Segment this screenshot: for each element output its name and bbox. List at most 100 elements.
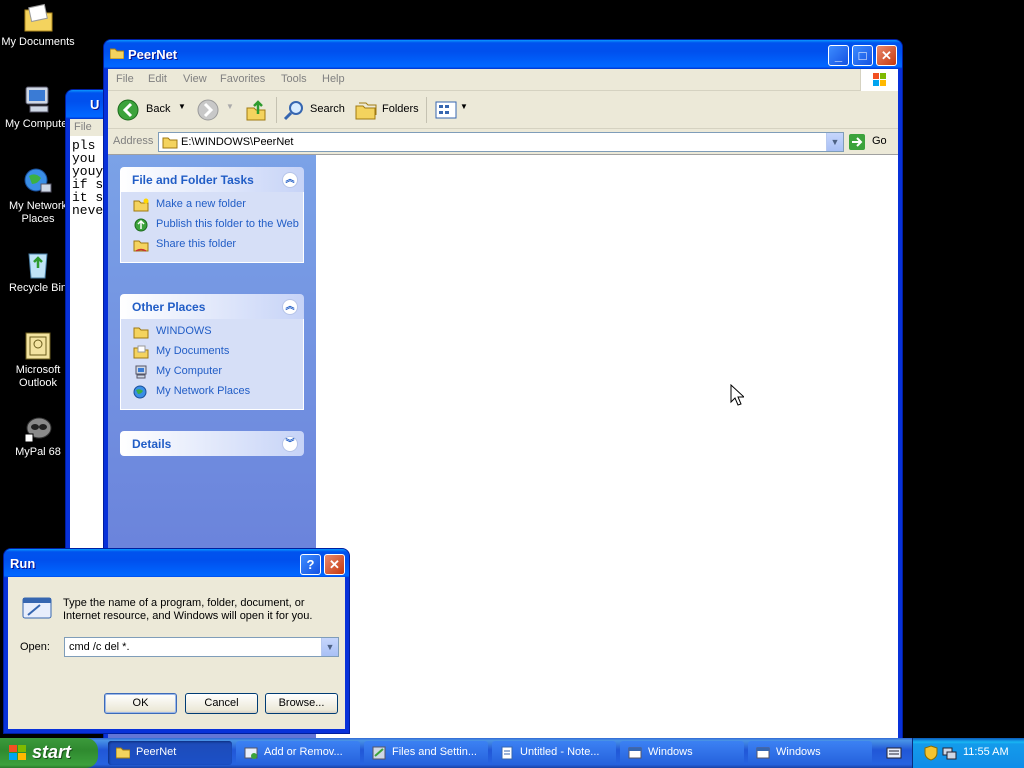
start-button[interactable]: start bbox=[0, 738, 98, 768]
panel-body: WINDOWS My Documents My Computer My Netw… bbox=[120, 319, 304, 410]
clock: 11:55 AM bbox=[963, 746, 1009, 758]
other-places-panel: Other Places ︽ WINDOWS My Documents My C… bbox=[120, 294, 304, 410]
cancel-button[interactable]: Cancel bbox=[185, 693, 258, 714]
place-my-network-places[interactable]: My Network Places bbox=[131, 385, 303, 399]
menu-favorites[interactable]: Favorites bbox=[220, 73, 265, 85]
desktop-icon-my-computer[interactable]: My Computer bbox=[0, 84, 76, 131]
taskbar-item-label: Windows bbox=[648, 746, 693, 758]
minimize-button[interactable]: _ bbox=[828, 45, 849, 66]
menu-tools[interactable]: Tools bbox=[281, 73, 307, 85]
security-shield-icon[interactable] bbox=[923, 745, 939, 761]
desktop-icon-mypal[interactable]: MyPal 68 bbox=[0, 412, 76, 459]
notepad-menu-file[interactable]: File bbox=[74, 121, 92, 133]
recycle-bin-icon bbox=[21, 248, 55, 280]
place-my-documents[interactable]: My Documents bbox=[131, 345, 303, 359]
panel-title: Details bbox=[132, 437, 172, 451]
menu-help[interactable]: Help bbox=[322, 73, 345, 85]
address-input[interactable]: E:\WINDOWS\PeerNet ▼ bbox=[158, 132, 844, 152]
search-button[interactable]: Search bbox=[282, 98, 348, 122]
chevron-down-icon[interactable]: ▼ bbox=[178, 102, 186, 111]
add-remove-programs-icon bbox=[244, 747, 258, 759]
explorer-title: PeerNet bbox=[128, 47, 178, 62]
outlook-icon bbox=[21, 330, 55, 362]
file-list-area[interactable] bbox=[316, 155, 898, 738]
open-input-value[interactable]: cmd /c del *. bbox=[69, 641, 130, 653]
start-label: start bbox=[32, 742, 72, 762]
go-button[interactable]: Go bbox=[848, 132, 894, 152]
task-publish-folder[interactable]: Publish this folder to the Web bbox=[131, 218, 303, 232]
collapse-icon[interactable]: ︽ bbox=[282, 172, 298, 188]
help-button[interactable]: ? bbox=[300, 554, 321, 575]
task-make-new-folder[interactable]: Make a new folder bbox=[131, 198, 303, 212]
taskbar-item-add-remove[interactable]: Add or Remov... bbox=[236, 741, 360, 765]
computer-icon bbox=[135, 365, 147, 379]
task-share-folder[interactable]: Share this folder bbox=[131, 238, 303, 252]
up-folder-icon bbox=[246, 100, 266, 121]
back-button[interactable]: Back ▼ bbox=[116, 98, 186, 122]
panel-header[interactable]: File and Folder Tasks ︽ bbox=[120, 167, 304, 192]
mouse-cursor-icon bbox=[730, 384, 744, 406]
ok-button[interactable]: OK bbox=[104, 693, 177, 714]
go-label: Go bbox=[872, 135, 887, 147]
taskbar-item-windows-2[interactable]: Windows bbox=[748, 741, 872, 765]
run-title-bar[interactable]: Run ? ✕ bbox=[4, 549, 349, 578]
address-dropdown-button[interactable]: ▼ bbox=[826, 133, 843, 151]
views-button[interactable]: ▼ bbox=[434, 98, 468, 122]
maximize-button[interactable]: □ bbox=[852, 45, 873, 66]
taskbar-item-files-settings[interactable]: Files and Settin... bbox=[364, 741, 488, 765]
folders-button[interactable]: Folders bbox=[354, 98, 420, 122]
collapse-icon[interactable]: ︽ bbox=[282, 299, 298, 315]
place-my-computer[interactable]: My Computer bbox=[131, 365, 303, 379]
taskbar-item-notepad[interactable]: Untitled - Note... bbox=[492, 741, 616, 765]
browse-button[interactable]: Browse... bbox=[265, 693, 338, 714]
panel-header[interactable]: Other Places ︽ bbox=[120, 294, 304, 319]
desktop-icon-recycle-bin[interactable]: Recycle Bin bbox=[0, 248, 76, 295]
folders-label: Folders bbox=[382, 103, 419, 115]
open-combobox[interactable]: cmd /c del *. ▼ bbox=[64, 637, 339, 657]
search-label: Search bbox=[310, 103, 345, 115]
window-icon bbox=[628, 747, 642, 759]
address-label: Address bbox=[113, 135, 154, 147]
panel-title: Other Places bbox=[132, 300, 206, 314]
back-arrow-icon bbox=[117, 99, 139, 121]
network-globe-icon bbox=[21, 166, 55, 198]
place-label: WINDOWS bbox=[156, 325, 212, 337]
close-button[interactable]: ✕ bbox=[876, 45, 897, 66]
explorer-title-bar[interactable]: PeerNet _ □ ✕ bbox=[104, 40, 902, 69]
desktop-icon-my-network-places[interactable]: My Network Places bbox=[0, 166, 76, 226]
forward-button[interactable]: ▼ bbox=[196, 98, 236, 122]
desktop-icon-label: Microsoft Outlook bbox=[15, 364, 61, 389]
notepad-icon bbox=[501, 746, 513, 760]
publish-web-icon bbox=[134, 218, 148, 232]
folder-icon bbox=[133, 327, 149, 339]
up-folder-button[interactable] bbox=[244, 98, 270, 122]
menu-view[interactable]: View bbox=[183, 73, 207, 85]
keyboard-icon[interactable] bbox=[886, 746, 902, 760]
taskbar-item-windows-1[interactable]: Windows bbox=[620, 741, 744, 765]
panel-header[interactable]: Details ︾ bbox=[120, 431, 304, 456]
taskbar: start PeerNet Add or Remov... Files and … bbox=[0, 738, 1024, 768]
close-button[interactable]: ✕ bbox=[324, 554, 345, 575]
run-dialog[interactable]: Run ? ✕ Type the name of a program, fold… bbox=[4, 549, 349, 733]
place-label: My Computer bbox=[156, 365, 223, 377]
desktop-icon-microsoft-outlook[interactable]: Microsoft Outlook bbox=[0, 330, 76, 390]
files-settings-icon bbox=[372, 746, 386, 760]
desktop-icon-label: My Computer bbox=[4, 118, 72, 130]
menu-edit[interactable]: Edit bbox=[148, 73, 167, 85]
task-label: Publish this folder to the Web bbox=[156, 218, 299, 230]
open-dropdown-button[interactable]: ▼ bbox=[321, 638, 338, 656]
taskbar-item-peernet[interactable]: PeerNet bbox=[108, 741, 232, 765]
place-label: My Documents bbox=[156, 345, 230, 357]
place-windows[interactable]: WINDOWS bbox=[131, 325, 303, 339]
network-status-icon[interactable] bbox=[941, 745, 957, 761]
computer-icon bbox=[21, 84, 55, 116]
menu-file[interactable]: File bbox=[116, 73, 134, 85]
go-arrow-icon bbox=[849, 134, 865, 150]
details-panel: Details ︾ bbox=[120, 431, 304, 456]
run-description: Type the name of a program, folder, docu… bbox=[63, 597, 313, 622]
run-program-icon bbox=[22, 597, 52, 619]
desktop-icon-my-documents[interactable]: My Documents bbox=[0, 2, 76, 49]
taskbar-item-label: Windows bbox=[776, 746, 821, 758]
expand-icon[interactable]: ︾ bbox=[282, 436, 298, 452]
folder-icon bbox=[116, 747, 130, 759]
